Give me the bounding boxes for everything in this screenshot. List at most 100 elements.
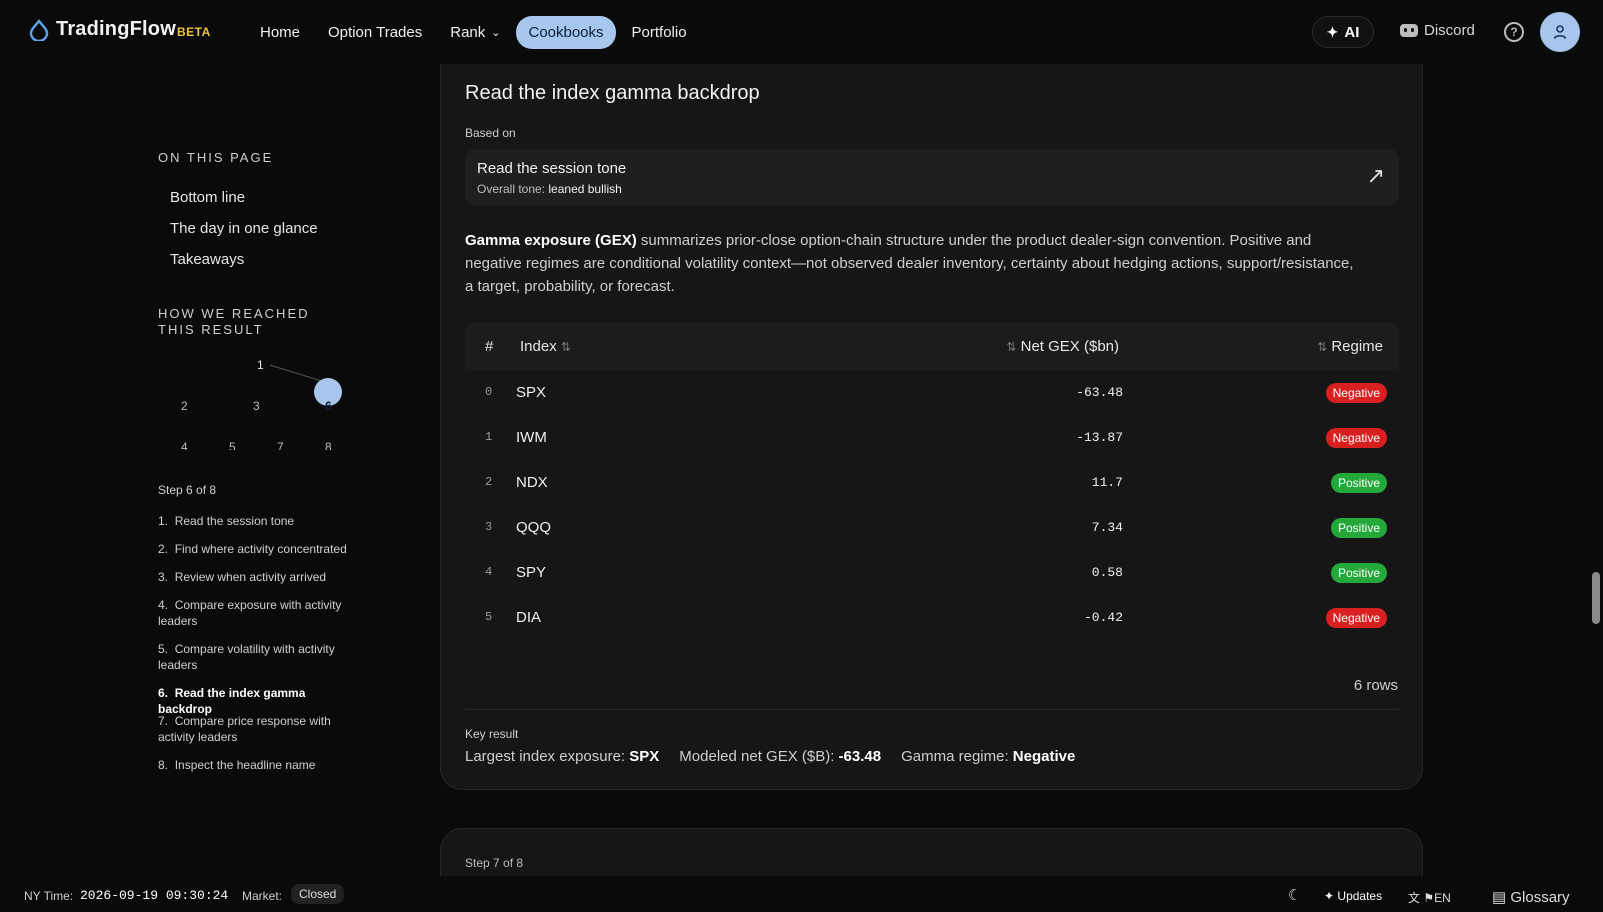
key-result-regime: Gamma regime: Negative: [901, 748, 1076, 765]
steps-list: 1. Read the session tone 2. Find where a…: [158, 513, 358, 785]
graph-node-8: 8: [325, 440, 332, 450]
row-index: IWM: [516, 429, 547, 446]
gex-description: Gamma exposure (GEX) summarizes prior-cl…: [465, 232, 1354, 295]
row-number: 1: [485, 430, 493, 444]
how-heading: HOW WE REACHED THIS RESULT: [158, 306, 310, 337]
nav-cookbooks-label: Cookbooks: [528, 24, 604, 41]
theme-toggle-moon-icon[interactable]: ☾: [1288, 886, 1301, 904]
help-circle-icon[interactable]: ?: [1504, 22, 1524, 42]
table-row[interactable]: 4 SPY 0.58 Positive: [465, 551, 1399, 596]
translate-icon: 文: [1408, 891, 1421, 905]
row-net-gex: -0.42: [1083, 610, 1123, 625]
step-item-7[interactable]: 7. Compare price response with activity …: [158, 713, 358, 757]
graph-node-7: 7: [277, 440, 284, 450]
nav-option-trades[interactable]: Option Trades: [316, 16, 434, 49]
toc-item-bottom-line[interactable]: Bottom line: [158, 183, 388, 214]
beta-badge: BETA: [177, 25, 211, 39]
table-row[interactable]: 3 QQQ 7.34 Positive: [465, 506, 1399, 551]
col-regime[interactable]: ⇅ Regime: [1317, 338, 1383, 355]
step-item-1[interactable]: 1. Read the session tone: [158, 513, 358, 541]
gex-table: # Index ⇅ ⇅ Net GEX ($bn) ⇅ Regime 0 SPX -…: [465, 323, 1399, 641]
external-arrow-icon: ↗: [1366, 163, 1385, 188]
step-label-next: Step 7 of 8: [465, 856, 524, 870]
on-this-page-heading: ON THIS PAGE: [158, 150, 274, 165]
col-net-gex[interactable]: ⇅ Net GEX ($bn): [1006, 338, 1119, 355]
logo[interactable]: TradingFlow: [28, 18, 176, 41]
regime-badge: Positive: [1330, 518, 1387, 538]
row-net-gex: 7.34: [1091, 520, 1123, 535]
step-item-4[interactable]: 4. Compare exposure with activity leader…: [158, 597, 358, 641]
row-index: SPY: [516, 564, 547, 581]
table-header: # Index ⇅ ⇅ Net GEX ($bn) ⇅ Regime: [465, 323, 1399, 371]
regime-badge: Positive: [1330, 473, 1387, 493]
row-net-gex: 0.58: [1091, 565, 1123, 580]
ny-time-value: 2026-09-19 09:30:24: [80, 888, 229, 903]
market-label: Market:: [242, 889, 283, 903]
step-item-2[interactable]: 2. Find where activity concentrated: [158, 541, 358, 569]
updates-link[interactable]: ✦ Updates: [1324, 889, 1382, 903]
col-index[interactable]: Index ⇅: [520, 338, 571, 355]
step-item-8[interactable]: 8. Inspect the headline name: [158, 757, 358, 785]
regime-badge: Positive: [1330, 563, 1387, 583]
based-on-title: Read the session tone: [477, 160, 627, 177]
glossary-link[interactable]: ▤ Glossary: [1492, 888, 1570, 906]
language-selector[interactable]: 文 ⚑EN: [1408, 889, 1451, 906]
nav-portfolio[interactable]: Portfolio: [620, 16, 699, 49]
table-row[interactable]: 5 DIA -0.42 Negative: [465, 596, 1399, 641]
nav-rank-label: Rank: [450, 24, 486, 41]
flag-icon: ⚑: [1423, 891, 1435, 905]
table-row[interactable]: 0 SPX -63.48 Negative: [465, 371, 1399, 416]
graph-edge: [269, 364, 329, 384]
ai-label: AI: [1344, 23, 1360, 41]
row-net-gex: -13.87: [1076, 430, 1123, 445]
table-row[interactable]: 2 NDX 11.7 Positive: [465, 461, 1399, 506]
discord-link[interactable]: Discord: [1400, 22, 1475, 39]
table-row[interactable]: 1 IWM -13.87 Negative: [465, 416, 1399, 461]
nav-cookbooks[interactable]: Cookbooks: [516, 16, 616, 49]
key-results: Largest index exposure: SPX Modeled net …: [465, 748, 1095, 765]
row-index: SPX: [516, 384, 547, 401]
top-nav: TradingFlow BETA Home Option Trades Rank…: [0, 0, 1603, 64]
nav-rank[interactable]: Rank ⌄: [438, 16, 512, 49]
row-number: 4: [485, 565, 493, 579]
based-on-sub: Overall tone: leaned bullish: [477, 182, 622, 196]
graph-node-4: 4: [181, 440, 188, 450]
row-number: 5: [485, 610, 493, 624]
nav-option-trades-label: Option Trades: [328, 24, 423, 41]
sort-icon: ⇅: [1317, 340, 1328, 354]
chevron-down-icon: ⌄: [491, 27, 501, 39]
market-status-badge: Closed: [291, 884, 345, 904]
graph-node-1: 1: [257, 358, 264, 372]
logo-icon: [29, 18, 49, 41]
sort-icon: ⇅: [1006, 340, 1017, 354]
sparkle-icon: ✦: [1326, 23, 1339, 40]
row-count: 6 rows: [1353, 677, 1398, 694]
step-graph: 1 2 3 6 4 5 7 8: [181, 358, 342, 450]
scrollbar-thumb[interactable]: [1592, 572, 1600, 624]
step-item-3[interactable]: 3. Review when activity arrived: [158, 569, 358, 597]
card-title: Read the index gamma backdrop: [465, 82, 760, 104]
row-index: DIA: [516, 609, 542, 626]
row-index: NDX: [516, 474, 548, 491]
step-card: Read the index gamma backdrop Based on R…: [440, 0, 1423, 790]
based-on-link[interactable]: Read the session tone Overall tone: lean…: [465, 149, 1399, 205]
step-item-5[interactable]: 5. Compare volatility with activity lead…: [158, 641, 358, 685]
sparkle-icon: ✦: [1324, 889, 1335, 903]
toc-item-takeaways[interactable]: Takeaways: [158, 245, 388, 276]
step-item-6[interactable]: 6. Read the index gamma backdrop: [158, 685, 358, 716]
sort-icon: ⇅: [560, 340, 571, 354]
ny-time-label: NY Time:: [24, 889, 74, 903]
nav-links: Home Option Trades Rank ⌄ Cookbooks Portf…: [248, 16, 703, 49]
toc: Bottom line The day in one glance Takeaw…: [158, 183, 388, 276]
sidebar: ON THIS PAGE Bottom line The day in one …: [158, 150, 388, 772]
regime-badge: Negative: [1325, 608, 1387, 628]
ai-button[interactable]: ✦ AI: [1312, 16, 1374, 48]
nav-home[interactable]: Home: [248, 16, 312, 49]
regime-badge: Negative: [1325, 428, 1387, 448]
col-num: #: [485, 338, 494, 355]
avatar[interactable]: [1540, 12, 1580, 52]
toc-item-day-glance[interactable]: The day in one glance: [158, 214, 388, 245]
row-net-gex: 11.7: [1091, 475, 1123, 490]
row-number: 2: [485, 475, 493, 489]
regime-badge: Negative: [1325, 383, 1387, 403]
